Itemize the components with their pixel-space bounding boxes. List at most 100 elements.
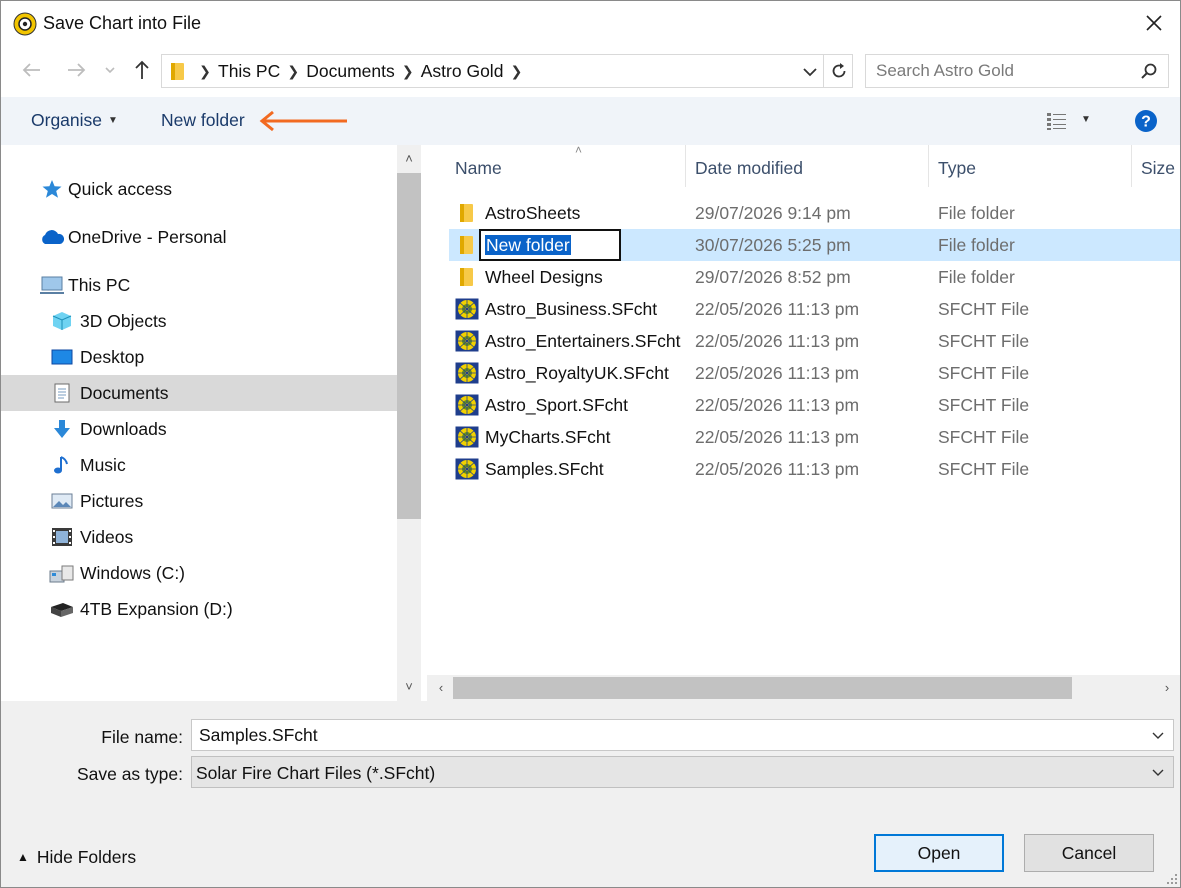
nav-label: Desktop: [80, 347, 145, 367]
chevron-right-icon[interactable]: ❯: [503, 63, 529, 80]
file-name: AstroSheets: [485, 203, 581, 223]
cloud-icon: [42, 230, 65, 244]
search-box[interactable]: [865, 54, 1169, 88]
sfcht-file-icon: [455, 458, 479, 480]
column-divider[interactable]: [1131, 145, 1132, 187]
scroll-up-chevron-icon[interactable]: ˄: [397, 147, 421, 171]
file-type: SFCHT File: [938, 331, 1030, 351]
chevron-right-icon[interactable]: ❯: [192, 63, 218, 80]
nav-label: OneDrive - Personal: [68, 227, 227, 247]
external-drive-icon: [51, 603, 73, 617]
nav-documents[interactable]: Documents: [1, 375, 397, 411]
file-row[interactable]: Astro_Business.SFcht 22/05/2026 11:13 pm S…: [449, 293, 1180, 325]
refresh-button[interactable]: [823, 54, 853, 88]
file-row[interactable]: AstroSheets 29/07/2026 9:14 pm File folder: [449, 197, 1180, 229]
chevron-right-icon[interactable]: ❯: [395, 63, 421, 80]
hide-folders-button[interactable]: ▲ Hide Folders: [17, 847, 136, 868]
view-caret-down-icon[interactable]: ▼: [1081, 114, 1091, 125]
file-row[interactable]: New folder 30/07/2026 5:25 pm File folder: [449, 229, 1180, 261]
title-bar: Save Chart into File: [1, 1, 1180, 47]
search-input[interactable]: [866, 55, 1126, 87]
desktop-icon: [51, 349, 73, 365]
file-name-combobox[interactable]: [191, 719, 1174, 751]
file-name-input[interactable]: [192, 720, 1132, 750]
cancel-button[interactable]: Cancel: [1024, 834, 1154, 872]
nav-downloads[interactable]: Downloads: [1, 411, 397, 447]
folder-icon: [460, 236, 473, 254]
chevron-down-icon[interactable]: [1151, 728, 1165, 742]
cube-icon: [52, 312, 72, 330]
chevron-right-icon[interactable]: ❯: [280, 63, 306, 80]
search-icon[interactable]: [1140, 62, 1158, 80]
rename-selected-text: New folder: [485, 235, 571, 255]
picture-icon: [51, 493, 73, 509]
nav-music[interactable]: Music: [1, 447, 397, 483]
view-options-icon[interactable]: [1046, 111, 1068, 131]
column-divider[interactable]: [685, 145, 686, 187]
scroll-right-chevron-icon[interactable]: ›: [1155, 676, 1179, 700]
column-label: Name: [455, 158, 502, 178]
nav-3d-objects[interactable]: 3D Objects: [1, 303, 397, 339]
nav-label: Music: [80, 455, 126, 475]
address-bar[interactable]: ❯ This PC ❯ Documents ❯ Astro Gold ❯: [161, 54, 853, 88]
scroll-down-chevron-icon[interactable]: ˅: [397, 675, 421, 699]
file-row[interactable]: Samples.SFcht 22/05/2026 11:13 pm SFCHT Fi…: [449, 453, 1180, 485]
nav-label: This PC: [68, 275, 131, 295]
open-button[interactable]: Open: [874, 834, 1004, 872]
help-icon[interactable]: ?: [1134, 109, 1158, 133]
nav-quick-access[interactable]: Quick access: [1, 171, 397, 207]
file-type: File folder: [938, 235, 1015, 255]
recent-locations-chevron-icon[interactable]: [101, 57, 119, 83]
file-date-modified: 22/05/2026 11:13 pm: [695, 427, 860, 447]
file-name: Astro_RoyaltyUK.SFcht: [485, 363, 669, 383]
nav-pictures[interactable]: Pictures: [1, 483, 397, 519]
file-list-horizontal-scrollbar[interactable]: ‹ ›: [427, 675, 1180, 701]
file-date-modified: 22/05/2026 11:13 pm: [695, 459, 860, 479]
save-as-type-select[interactable]: Solar Fire Chart Files (*.SFcht): [191, 756, 1174, 788]
forward-arrow-icon[interactable]: [63, 57, 89, 83]
column-header-type[interactable]: Type: [930, 145, 1130, 187]
rename-input[interactable]: New folder: [479, 229, 621, 261]
file-type: SFCHT File: [938, 299, 1030, 319]
chevron-down-icon[interactable]: [1151, 765, 1165, 779]
nav-scroll-thumb[interactable]: [397, 173, 421, 519]
nav-onedrive[interactable]: OneDrive - Personal: [1, 219, 397, 255]
file-name: Samples.SFcht: [485, 459, 604, 479]
column-header-date[interactable]: Date modified: [687, 145, 927, 187]
sfcht-file-icon: [455, 426, 479, 448]
file-row[interactable]: Astro_RoyaltyUK.SFcht 22/05/2026 11:13 pm…: [449, 357, 1180, 389]
column-header-size[interactable]: Size: [1133, 145, 1180, 187]
file-row[interactable]: Astro_Entertainers.SFcht 22/05/2026 11:13…: [449, 325, 1180, 357]
crumb-astro-gold[interactable]: Astro Gold: [421, 61, 504, 82]
file-row[interactable]: MyCharts.SFcht 22/05/2026 11:13 pm SFCHT F…: [449, 421, 1180, 453]
file-row[interactable]: Wheel Designs 29/07/2026 8:52 pm File fold…: [449, 261, 1180, 293]
file-type: File folder: [938, 203, 1015, 223]
caret-up-icon: ▲: [17, 850, 29, 864]
file-row[interactable]: Astro_Sport.SFcht 22/05/2026 11:13 pm SFCH…: [449, 389, 1180, 421]
horizontal-scroll-thumb[interactable]: [453, 677, 1072, 699]
nav-label: 4TB Expansion (D:): [80, 599, 233, 619]
address-history-chevron-icon[interactable]: [801, 63, 819, 81]
close-icon[interactable]: [1142, 11, 1166, 35]
up-arrow-icon[interactable]: [129, 57, 155, 83]
organise-menu-button[interactable]: Organise ▼: [31, 110, 118, 131]
file-type: SFCHT File: [938, 427, 1030, 447]
resize-grip-icon[interactable]: [1164, 871, 1178, 885]
column-header-name[interactable]: ˄ Name: [447, 145, 685, 187]
nav-label: Windows (C:): [80, 563, 186, 583]
file-date-modified: 22/05/2026 11:13 pm: [695, 331, 860, 351]
nav-videos[interactable]: Videos: [1, 519, 397, 555]
nav-desktop[interactable]: Desktop: [1, 339, 397, 375]
nav-pane-scrollbar[interactable]: ˄ ˅: [397, 145, 421, 701]
column-divider[interactable]: [928, 145, 929, 187]
new-folder-button[interactable]: New folder: [161, 110, 245, 131]
navigation-pane: Quick access OneDrive - Personal This PC…: [1, 145, 421, 701]
nav-windows-c[interactable]: Windows (C:): [1, 555, 397, 591]
back-arrow-icon[interactable]: [19, 57, 45, 83]
crumb-documents[interactable]: Documents: [306, 61, 395, 82]
folder-icon: [171, 63, 184, 80]
nav-expansion-d[interactable]: 4TB Expansion (D:): [1, 591, 397, 627]
nav-this-pc[interactable]: This PC: [1, 267, 397, 303]
scroll-left-chevron-icon[interactable]: ‹: [429, 676, 453, 700]
crumb-this-pc[interactable]: This PC: [218, 61, 280, 82]
